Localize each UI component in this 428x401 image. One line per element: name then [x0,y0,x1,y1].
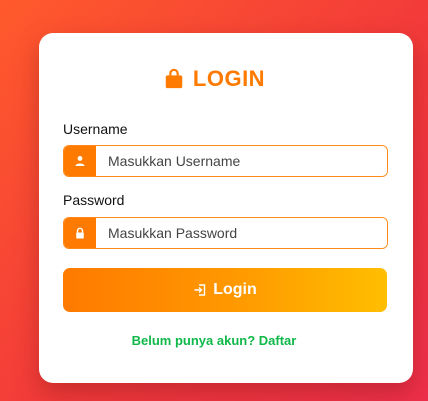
shopping-bag-icon [163,68,185,90]
login-title-text: LOGIN [192,66,266,91]
register-prompt-text: Belum punya akun? [131,333,256,348]
sign-in-icon [193,283,207,297]
password-input[interactable] [96,218,387,248]
register-link[interactable]: Daftar [259,333,297,348]
username-field[interactable] [63,145,388,177]
password-field[interactable] [63,217,388,249]
register-prompt: Belum punya akun? Daftar [0,333,428,348]
login-button-label: Login [213,281,257,298]
username-input[interactable] [96,146,387,176]
login-title: LOGIN [0,66,428,92]
lock-icon [64,218,96,248]
password-label: Password [63,192,125,208]
login-button[interactable]: Login [63,268,387,312]
username-label: Username [63,121,128,137]
user-icon [64,146,96,176]
